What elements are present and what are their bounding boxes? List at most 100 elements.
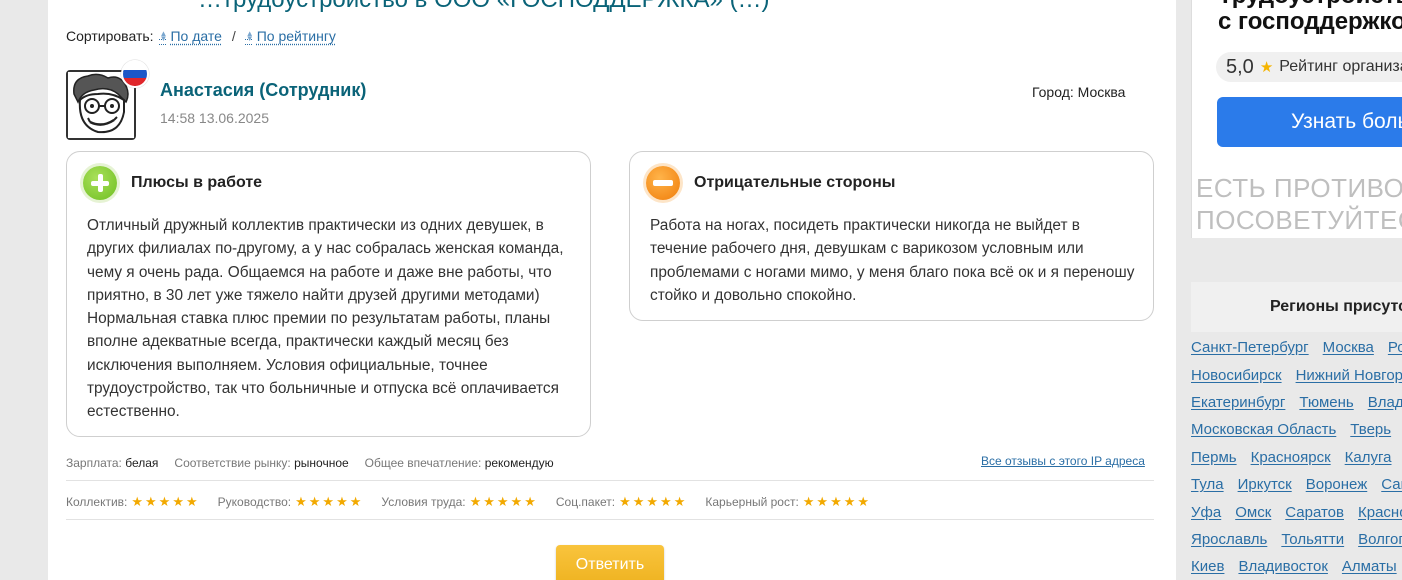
sort-separator: / (231, 28, 236, 44)
regions-list: Санкт-Петербург Москва Ростов-на-Дону Новос… (1191, 334, 1402, 580)
rating-label: Соц.пакет: (555, 495, 616, 509)
star-rating-icon: ★★★★★ (619, 494, 688, 509)
regions-row: Ярославль Тольятти Волгоград (1191, 526, 1402, 553)
divider (66, 519, 1154, 520)
rating-social: Соц.пакет: ★★★★★ (556, 494, 688, 510)
review-panel: …трудоустройство в ООО «ГОСПОДДЕРЖКА» (…… (48, 0, 1176, 580)
star-icon: ★ (1259, 59, 1274, 76)
regions-row: Екатеринбург Тюмень Владимир (1191, 389, 1402, 416)
region-link[interactable]: Волгоград (1358, 531, 1402, 548)
region-link[interactable]: Владивосток (1238, 558, 1327, 575)
salary-value: белая (125, 456, 159, 470)
salary-label: Зарплата: (66, 456, 122, 470)
ratings-row: Коллектив: ★★★★★ Руководство: ★★★★★ Услови… (66, 494, 871, 510)
sidebar-ad[interactable]: Трудоустройство с господдержкой 5,0 ★ Ре… (1191, 0, 1402, 238)
rating-career: Карьерный рост: ★★★★★ (705, 494, 871, 510)
impression-meta: Общее впечатление: рекомендую (365, 456, 554, 470)
region-link[interactable]: Иркутск (1238, 476, 1292, 493)
star-rating-icon: ★★★★★ (131, 494, 200, 509)
star-rating-icon: ★★★★★ (469, 494, 538, 509)
market-label: Соответствие рынку: (174, 456, 291, 470)
ad-score: 5,0 (1226, 55, 1254, 78)
region-link[interactable]: Омск (1235, 504, 1271, 521)
plus-icon (83, 166, 117, 200)
sort-by-rating-link[interactable]: ▲ ▼ По рейтингу (246, 28, 336, 44)
impression-label: Общее впечатление: (364, 456, 482, 470)
region-link[interactable]: Москва (1323, 339, 1374, 356)
reply-button[interactable]: Ответить (556, 545, 664, 580)
rating-label: Руководство: (217, 495, 292, 509)
ad-rating: 5,0 ★ Рейтинг организации (1216, 52, 1402, 82)
rating-label: Коллектив: (66, 495, 128, 509)
regions-title: Регионы присутствия (1191, 282, 1402, 332)
sort-arrows-icon: ▲ ▼ (159, 29, 168, 43)
pros-title: Плюсы в работе (131, 174, 263, 191)
russia-flag-icon (121, 60, 149, 88)
ad-rating-text: Рейтинг организации (1279, 58, 1402, 75)
ad-disclaimer-line-2: ПОСОВЕТУЙТЕСЬ С ВРАЧОМ (1196, 205, 1402, 235)
pros-text: Отличный дружный коллектив практически и… (87, 217, 564, 421)
region-link[interactable]: Екатеринбург (1191, 394, 1285, 411)
region-link[interactable]: Тюмень (1299, 394, 1353, 411)
region-link[interactable]: Киев (1191, 558, 1224, 575)
rating-management: Руководство: ★★★★★ (218, 494, 364, 510)
market-meta: Соответствие рынку: рыночное (174, 456, 348, 470)
regions-row: Тула Иркутск Воронеж Самара (1191, 471, 1402, 498)
region-link[interactable]: Новосибирск (1191, 367, 1282, 384)
rating-conditions: Условия труда: ★★★★★ (381, 494, 537, 510)
sort-by-date-label: По дате (170, 28, 222, 44)
avatar (66, 60, 149, 140)
pros-box: Плюсы в работе Отличный дружный коллекти… (66, 151, 591, 437)
region-link[interactable]: Саратов (1285, 504, 1344, 521)
regions-row: Уфа Омск Саратов Краснодар (1191, 498, 1402, 525)
regions-row: Санкт-Петербург Москва Ростов-на-Дону (1191, 334, 1402, 361)
regions-row: Новосибирск Нижний Новгород (1191, 361, 1402, 388)
ad-disclaimer: ЕСТЬ ПРОТИВОПОКАЗАНИЯ ПОСОВЕТУЙТЕСЬ С ВР… (1196, 172, 1402, 236)
cons-header: Отрицательные стороны (646, 166, 895, 200)
region-link[interactable]: Уфа (1191, 504, 1221, 521)
regions-row: Пермь Красноярск Калуга (1191, 444, 1402, 471)
region-link[interactable]: Воронеж (1306, 476, 1368, 493)
region-link[interactable]: Пермь (1191, 449, 1237, 466)
region-link[interactable]: Тверь (1350, 421, 1391, 438)
cons-title: Отрицательные стороны (694, 174, 896, 191)
review-datetime: 14:58 13.06.2025 (160, 110, 269, 126)
star-rating-icon: ★★★★★ (295, 494, 364, 509)
region-link[interactable]: Владимир (1368, 394, 1402, 411)
sort-by-rating-label: По рейтингу (256, 28, 336, 44)
region-link[interactable]: Калуга (1345, 449, 1392, 466)
regions-row: Киев Владивосток Алматы (1191, 553, 1402, 580)
region-link[interactable]: Санкт-Петербург (1191, 339, 1309, 356)
region-link[interactable]: Нижний Новгород (1296, 367, 1402, 384)
rating-label: Карьерный рост: (705, 495, 799, 509)
all-reviews-from-ip-link[interactable]: Все отзывы с этого IP адреса (981, 454, 1145, 468)
region-link[interactable]: Тула (1191, 476, 1224, 493)
regions-row: Московская Область Тверь (1191, 416, 1402, 443)
pros-header: Плюсы в работе (83, 166, 262, 200)
ad-learn-more-button[interactable]: Узнать больше (1217, 97, 1402, 147)
ad-title: с господдержкой (1218, 8, 1402, 35)
region-link[interactable]: Самара (1381, 476, 1402, 493)
salary-meta: Зарплата: белая (66, 456, 158, 470)
author-name[interactable]: Анастасия (Сотрудник) (160, 80, 366, 101)
minus-icon (646, 166, 680, 200)
market-value: рыночное (294, 456, 349, 470)
rating-team: Коллектив: ★★★★★ (66, 494, 200, 510)
ad-disclaimer-line-1: ЕСТЬ ПРОТИВОПОКАЗАНИЯ (1196, 173, 1402, 203)
region-link[interactable]: Алматы (1342, 558, 1397, 575)
region-link[interactable]: Ростов-на-Дону (1388, 339, 1402, 356)
sort-by-date-link[interactable]: ▲ ▼ По дате (160, 28, 222, 44)
sort-bar: Сортировать: ▲ ▼ По дате / ▲ ▼ По рейтингу (66, 28, 336, 44)
divider (66, 480, 1154, 481)
impression-value: рекомендую (484, 456, 554, 470)
cons-box: Отрицательные стороны Работа на ногах, п… (629, 151, 1154, 321)
page-title: …трудоустройство в ООО «ГОСПОДДЕРЖКА» (…… (198, 0, 770, 14)
region-link[interactable]: Тольятти (1281, 531, 1344, 548)
cons-text: Работа на ногах, посидеть практически ни… (650, 217, 1135, 304)
region-link[interactable]: Ярославль (1191, 531, 1267, 548)
rating-label: Условия труда: (381, 495, 466, 509)
region-link[interactable]: Краснодар (1358, 504, 1402, 521)
star-rating-icon: ★★★★★ (802, 494, 872, 509)
region-link[interactable]: Красноярск (1251, 449, 1331, 466)
region-link[interactable]: Московская Область (1191, 421, 1336, 438)
